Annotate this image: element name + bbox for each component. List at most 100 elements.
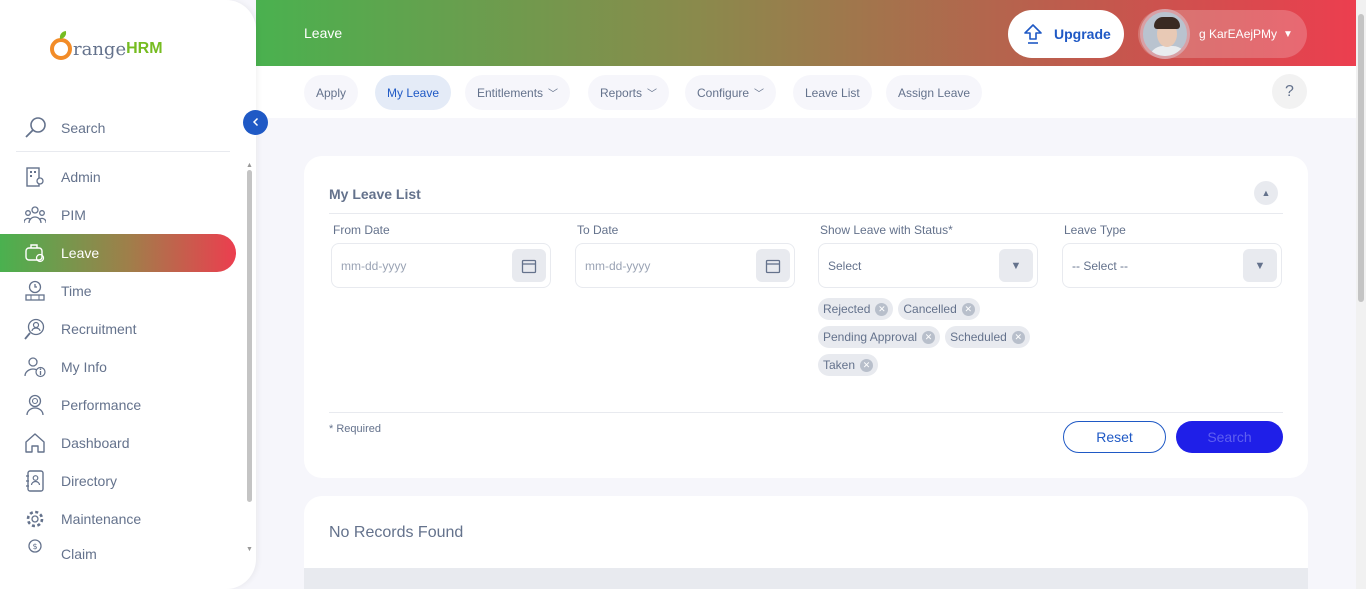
table-header (304, 568, 1308, 589)
caret-down-icon: ▼ (1283, 28, 1293, 40)
tab-apply[interactable]: Apply (304, 75, 359, 110)
remove-chip-icon[interactable]: ✕ (961, 302, 975, 316)
status-chip-scheduled: Scheduled ✕ (945, 326, 1030, 348)
card-title: My Leave List (329, 186, 421, 202)
remove-chip-icon[interactable]: ✕ (922, 330, 936, 344)
search-icon (24, 116, 48, 140)
calendar-icon[interactable] (756, 249, 790, 282)
leave-filter-card: My Leave List ▲ From Date mm-dd-yyyy To … (304, 156, 1308, 478)
leave-type-select[interactable]: -- Select -- ▼ (1062, 243, 1282, 288)
caret-down-icon[interactable]: ▼ (999, 249, 1033, 282)
leave-status-label: Show Leave with Status* (820, 223, 953, 237)
leave-status-field: Show Leave with Status* Select ▼ (818, 223, 1038, 288)
sidebar-item-label: Claim (61, 546, 97, 560)
directory-icon (24, 470, 46, 492)
sidebar-item-label: Time (61, 283, 92, 299)
tab-reports[interactable]: Reports ﹀ (588, 75, 670, 110)
records-status: No Records Found (329, 524, 464, 541)
sidebar-item-claim[interactable]: $ Claim (16, 538, 236, 560)
chevron-down-icon: ﹀ (754, 89, 765, 100)
from-date-field: From Date mm-dd-yyyy (331, 223, 551, 288)
user-name: g KarEAejPMy (1199, 27, 1278, 41)
to-date-label: To Date (577, 223, 619, 237)
search-button[interactable]: Search (1176, 421, 1283, 453)
calendar-icon[interactable] (512, 249, 546, 282)
user-dropdown[interactable]: g KarEAejPMy ▼ (1138, 9, 1307, 59)
remove-chip-icon[interactable]: ✕ (860, 358, 874, 372)
chip-label: Taken (823, 358, 856, 372)
sidebar-item-label: Directory (61, 473, 118, 489)
sidebar-item-label: Leave (61, 245, 100, 261)
chip-label: Pending Approval (823, 330, 918, 344)
page-title: Leave (304, 25, 343, 41)
dashboard-icon (24, 432, 46, 454)
chip-label: Rejected (823, 302, 871, 316)
tab-label: Entitlements (477, 85, 544, 100)
orangehrm-logo[interactable]: range HRM (50, 32, 170, 66)
to-date-input[interactable]: mm-dd-yyyy (575, 243, 795, 288)
sidebar-item-performance[interactable]: Performance (16, 386, 236, 424)
upgrade-arrow-icon (1022, 23, 1044, 45)
sidebar-item-directory[interactable]: Directory (16, 462, 236, 500)
claim-icon: $ (24, 538, 46, 560)
logo-text-range: range (73, 38, 127, 60)
tab-my-leave[interactable]: My Leave (375, 75, 452, 110)
from-date-input[interactable]: mm-dd-yyyy (331, 243, 551, 288)
help-button[interactable]: ? (1272, 74, 1307, 109)
page-scrollbar[interactable] (1356, 0, 1366, 589)
chevron-left-icon (251, 116, 261, 130)
tab-label: Assign Leave (898, 85, 971, 100)
sidebar-item-pim[interactable]: PIM (16, 196, 236, 234)
upgrade-button[interactable]: Upgrade (1008, 10, 1124, 58)
sidebar-item-dashboard[interactable]: Dashboard (16, 424, 236, 462)
tab-assign-leave[interactable]: Assign Leave (886, 75, 983, 110)
caret-down-icon[interactable]: ▼ (1243, 249, 1277, 282)
leave-type-field: Leave Type -- Select -- ▼ (1062, 223, 1282, 288)
sidebar-item-admin[interactable]: Admin (16, 158, 236, 196)
leave-status-select[interactable]: Select ▼ (818, 243, 1038, 288)
to-date-field: To Date mm-dd-yyyy (575, 223, 795, 288)
remove-chip-icon[interactable]: ✕ (1011, 330, 1025, 344)
orange-logo-icon (50, 38, 72, 60)
sidebar-item-recruitment[interactable]: Recruitment (16, 310, 236, 348)
status-chips: Rejected ✕ Cancelled ✕ Pending Approval ✕ Sch… (818, 296, 1048, 380)
scroll-down-arrow-icon[interactable]: ▼ (246, 546, 253, 553)
status-chip-pending-approval: Pending Approval ✕ (818, 326, 941, 348)
reset-button[interactable]: Reset (1063, 421, 1166, 453)
tab-label: Reports (600, 85, 643, 100)
tab-label: Apply (316, 85, 347, 100)
sidebar: range HRM Search Admin PIM Leave Time Re… (0, 0, 256, 589)
sidebar-scrollbar[interactable]: ▲ ▼ (246, 162, 253, 553)
divider (329, 213, 1283, 214)
sidebar-search-label: Search (61, 119, 106, 136)
collapse-filter-button[interactable]: ▲ (1254, 181, 1278, 205)
svg-text:$: $ (32, 542, 37, 551)
scroll-up-arrow-icon[interactable]: ▲ (246, 162, 253, 169)
top-header: Leave Upgrade g KarEAejPMy ▼ (256, 0, 1356, 66)
remove-chip-icon[interactable]: ✕ (875, 302, 889, 316)
sidebar-item-time[interactable]: Time (16, 272, 236, 310)
sidebar-item-leave[interactable]: Leave (0, 234, 236, 272)
page-scroll-thumb[interactable] (1358, 14, 1364, 302)
from-date-label: From Date (333, 223, 390, 237)
sidebar-item-label: PIM (61, 207, 86, 223)
sidebar-item-maintenance[interactable]: Maintenance (16, 500, 236, 538)
pim-icon (24, 204, 46, 226)
sidebar-item-label: Recruitment (61, 321, 137, 337)
required-note: * Required (329, 423, 381, 435)
sidebar-search[interactable]: Search (16, 104, 230, 152)
tab-leave-list[interactable]: Leave List (793, 75, 872, 110)
sidebar-item-label: Performance (61, 397, 142, 413)
sidebar-scroll-thumb[interactable] (247, 170, 252, 502)
leave-status-value: Select (828, 258, 862, 273)
admin-icon (24, 166, 46, 188)
tab-configure[interactable]: Configure ﹀ (685, 75, 777, 110)
sidebar-item-my-info[interactable]: My Info (16, 348, 236, 386)
from-date-placeholder: mm-dd-yyyy (341, 258, 407, 273)
divider (329, 412, 1283, 413)
avatar (1140, 9, 1190, 59)
tab-label: My Leave (387, 85, 440, 100)
tab-entitlements[interactable]: Entitlements ﹀ (465, 75, 571, 110)
collapse-sidebar-button[interactable] (243, 110, 268, 135)
sidebar-item-label: Dashboard (61, 435, 130, 451)
